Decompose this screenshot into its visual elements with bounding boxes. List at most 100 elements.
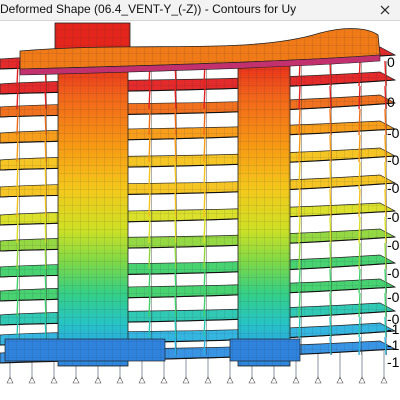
column-segment [203, 85, 206, 110]
column-segment [329, 161, 332, 190]
column-segment [329, 108, 332, 136]
column-segment [203, 188, 206, 218]
column-segment [329, 268, 332, 294]
column-segment [358, 60, 361, 87]
column-segment [203, 292, 206, 318]
column-segment [298, 242, 301, 270]
column-segment [44, 316, 47, 338]
column-segment [329, 134, 332, 163]
column-segment [148, 134, 151, 163]
column-segment [298, 161, 301, 190]
column-segment [358, 85, 361, 110]
column-segment [44, 242, 47, 270]
column-segment [174, 216, 177, 244]
column-segment [148, 108, 151, 136]
column-segment [174, 336, 177, 356]
column-segment [358, 188, 361, 218]
column-segment [384, 316, 387, 338]
window-title: Deformed Shape (06.4_VENT-Y_(-Z)) - Cont… [0, 2, 297, 16]
column-segment [358, 292, 361, 318]
column-segment [384, 134, 387, 163]
column-segment [298, 108, 301, 136]
column-segment [358, 242, 361, 270]
column-segment [329, 60, 332, 87]
column-segment [358, 161, 361, 190]
column-segment [16, 134, 19, 163]
column-segment [384, 336, 387, 356]
column-segment [358, 316, 361, 338]
core-mesh [58, 61, 128, 366]
model-viewport[interactable] [0, 21, 400, 400]
column-segment [298, 134, 301, 163]
column-segment [203, 216, 206, 244]
column-segment [298, 268, 301, 294]
model-window: Deformed Shape (06.4_VENT-Y_(-Z)) - Cont… [0, 0, 400, 400]
column-segment [174, 85, 177, 110]
column-segment [329, 242, 332, 270]
column-segment [148, 188, 151, 218]
column-segment [16, 316, 19, 338]
column-segment [329, 316, 332, 338]
column-segment [16, 268, 19, 294]
close-button[interactable] [370, 0, 400, 20]
column-segment [203, 161, 206, 190]
column-segment [203, 268, 206, 294]
column-segment [298, 292, 301, 318]
column-segment [298, 85, 301, 110]
column-segment [16, 242, 19, 270]
column-segment [384, 85, 387, 110]
column-segment [148, 85, 151, 110]
deformed-shape-model [0, 22, 397, 384]
column-segment [384, 108, 387, 136]
column-segment [358, 216, 361, 244]
column-segment [384, 161, 387, 190]
column-segment [174, 268, 177, 294]
column-segment [358, 336, 361, 356]
column-segment [148, 268, 151, 294]
column-segment [44, 216, 47, 244]
podium-base-right-mesh [230, 339, 300, 361]
column-segment [358, 134, 361, 163]
close-icon [380, 5, 390, 15]
column-segment [329, 292, 332, 318]
column-segment [174, 242, 177, 270]
column-segment [329, 336, 332, 356]
column-segment [16, 292, 19, 318]
column-segment [148, 161, 151, 190]
column-segment [44, 108, 47, 136]
column-segment [203, 134, 206, 163]
column-segment [329, 216, 332, 244]
column-segment [298, 216, 301, 244]
column-segment [329, 188, 332, 218]
column-segment [203, 108, 206, 136]
column-segment [44, 188, 47, 218]
column-segment [16, 161, 19, 190]
column-segment [358, 268, 361, 294]
column-segment [203, 316, 206, 338]
podium-base-mesh [5, 339, 165, 361]
column-segment [148, 316, 151, 338]
column-segment [44, 161, 47, 190]
column-segment [298, 188, 301, 218]
roof-block [19, 22, 381, 76]
column-segment [203, 242, 206, 270]
column-segment [174, 161, 177, 190]
column-segment [384, 188, 387, 218]
column-segment [384, 60, 387, 87]
column-segment [358, 108, 361, 136]
column-segment [16, 108, 19, 136]
column-segment [174, 188, 177, 218]
column-segment [298, 316, 301, 338]
column-segment [16, 188, 19, 218]
title-bar: Deformed Shape (06.4_VENT-Y_(-Z)) - Cont… [0, 0, 400, 21]
core-mesh [238, 61, 290, 366]
column-segment [384, 268, 387, 294]
column-segment [384, 216, 387, 244]
column-segment [329, 85, 332, 110]
column-segment [384, 242, 387, 270]
column-segment [148, 242, 151, 270]
column-segment [174, 316, 177, 338]
column-segment [174, 134, 177, 163]
column-segment [44, 85, 47, 110]
column-segment [44, 292, 47, 318]
